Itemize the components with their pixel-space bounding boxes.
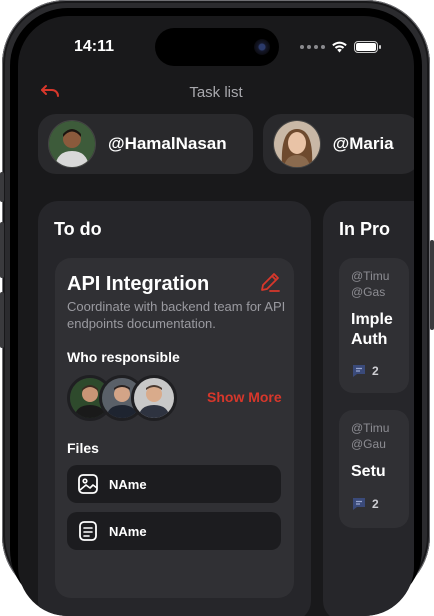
edit-icon[interactable] [258,270,282,294]
avatar [131,375,177,421]
chat-icon [353,365,365,377]
assignee-tags: @Timu @Gau [351,420,389,452]
column-title: In Pro [339,219,391,239]
avatar [272,120,321,168]
task-title-line: Imple [351,311,393,328]
wifi-icon [332,41,347,53]
avatar [48,120,96,168]
user-filter-row: @HamalNasan @Maria [38,114,414,174]
image-icon [78,474,98,494]
user-chip-hamalnasan[interactable]: @HamalNasan [38,114,253,174]
task-title: Setu [351,462,386,482]
show-more-link[interactable]: Show More [207,389,282,405]
user-chip-maria[interactable]: @Maria [262,114,414,174]
assignee-tag: @Gas [351,285,386,299]
task-card[interactable]: @Timu @Gas Imple Auth 2 [339,258,409,393]
document-icon [79,521,97,541]
status-time: 14:11 [74,38,115,55]
front-camera [254,39,270,55]
assignee-tag: @Timu [351,421,390,435]
assignee-tags: @Timu @Gas [351,268,389,300]
page-title: Task list [189,84,243,101]
comment-count: 2 [351,363,379,379]
comment-count-value: 2 [372,497,379,511]
volume-down-button [0,292,4,348]
status-bar: 14:11 [18,16,414,76]
battery-icon [354,40,381,53]
user-handle: @Maria [332,134,394,153]
comment-count: 2 [351,496,379,512]
app-screen: 14:11 Task list @HamalNasan @Maria To do… [18,16,414,616]
task-title-line: Auth [351,331,388,348]
task-card[interactable]: @Timu @Gau Setu 2 [339,410,409,528]
volume-up-button [0,222,4,278]
assignee-tag: @Gau [351,437,386,451]
column-title: To do [54,219,102,239]
task-title: Imple Auth [351,310,393,350]
comment-count-value: 2 [372,364,379,378]
task-card[interactable]: API Integration Coordinate with backend … [55,258,294,598]
phone-side-button [0,172,4,202]
task-title: API Integration [67,273,210,295]
file-item[interactable]: NAme [67,465,281,503]
chat-icon [353,498,365,510]
responsible-avatars[interactable] [67,375,187,421]
signal-dots-icon [300,44,325,49]
task-description: Coordinate with backend team for API end… [67,299,286,331]
file-name: NAme [109,476,147,492]
status-icons [300,40,381,53]
column-in-progress: In Pro @Timu @Gas Imple Auth 2 @Timu @Ga… [323,201,414,616]
files-label: Files [67,440,99,456]
task-title-line: Setu [351,463,386,480]
assignee-tag: @Timu [351,269,390,283]
responsible-label: Who responsible [67,349,180,365]
user-handle: @HamalNasan [108,134,227,153]
screen-header: Task list [18,80,414,108]
file-name: NAme [109,523,147,539]
column-todo: To do API Integration Coordinate with ba… [38,201,311,616]
file-item[interactable]: NAme [67,512,281,550]
power-button [430,240,434,330]
